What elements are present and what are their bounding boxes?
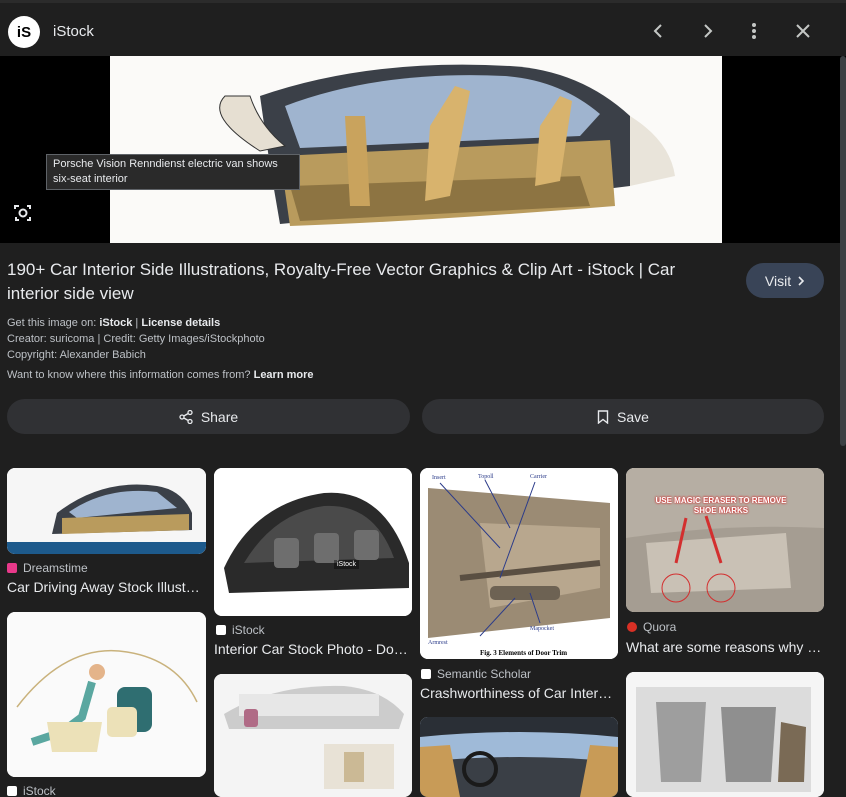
overlay-text: USE MAGIC ERASER TO REMOVE SHOE MARKS [655, 496, 787, 515]
diagram-label-mapocket: Mapocket [530, 626, 554, 632]
result-caption[interactable]: What are some reasons why … [626, 639, 824, 655]
result-source: iStock [216, 623, 265, 637]
result-thumbnail[interactable] [214, 674, 412, 797]
diagram-label-armrest: Armrest [428, 640, 448, 646]
result-source: iStock [7, 784, 56, 797]
get-image-prefix: Get this image on: [7, 317, 97, 329]
car-interior-image[interactable] [110, 56, 722, 243]
istock-icon [216, 625, 226, 635]
save-label: Save [617, 408, 649, 425]
image-caption: Porsche Vision Renndienst electric van s… [46, 154, 300, 190]
diagram-label-insert: Insert [432, 475, 446, 481]
lens-search-icon[interactable] [12, 202, 34, 224]
diagram-label-carrier: Carrier [530, 474, 547, 480]
viewer-header: iS iStock [0, 0, 846, 56]
save-button[interactable]: Save [422, 399, 824, 434]
creator-line: Creator: suricoma | Credit: Getty Images… [7, 333, 265, 345]
result-source: Dreamstime [7, 561, 88, 575]
info-question: Want to know where this information come… [7, 369, 251, 381]
info-source-line: Want to know where this information come… [7, 367, 314, 383]
diagram-figure-caption: Fig. 3 Elements of Door Trim [480, 649, 567, 657]
diagram-label-topoll: Topoll [478, 474, 494, 480]
semantic-scholar-icon [421, 669, 431, 679]
site-logo[interactable]: iS [8, 16, 40, 48]
result-caption[interactable]: Interior Car Stock Photo - Do… [214, 641, 412, 657]
visit-button[interactable]: Visit [746, 263, 824, 298]
site-name[interactable]: iStock [53, 23, 94, 40]
istock-icon [7, 786, 17, 796]
result-source: Quora [627, 620, 676, 634]
license-details-link[interactable]: License details [141, 317, 220, 329]
result-caption[interactable]: Crashworthiness of Car Inter… [420, 685, 618, 701]
bookmark-icon [597, 409, 609, 424]
result-source: Semantic Scholar [421, 667, 531, 681]
source-name: Semantic Scholar [437, 667, 532, 681]
quora-icon [627, 622, 637, 632]
more-vert-icon[interactable] [740, 17, 768, 45]
dreamstime-icon [7, 563, 17, 573]
result-thumbnail[interactable]: USE MAGIC ERASER TO REMOVE SHOE MARKS [626, 468, 824, 612]
learn-more-link[interactable]: Learn more [254, 369, 314, 381]
get-image-line: Get this image on: iStock | License deta… [7, 317, 221, 329]
chevron-right-icon [798, 275, 805, 286]
close-icon[interactable] [789, 17, 817, 45]
scrollbar[interactable] [840, 56, 846, 446]
related-images-grid: Dreamstime Car Driving Away Stock Illust… [0, 453, 846, 797]
page-title[interactable]: 190+ Car Interior Side Illustrations, Ro… [7, 258, 727, 306]
source-name: iStock [232, 623, 265, 637]
source-link[interactable]: iStock [99, 317, 132, 329]
visit-label: Visit [764, 272, 792, 289]
share-icon [179, 409, 193, 424]
result-caption[interactable]: Car Driving Away Stock Illust… [7, 579, 206, 595]
share-label: Share [200, 408, 239, 425]
chevron-right-icon[interactable] [693, 17, 721, 45]
result-thumbnail[interactable] [7, 468, 206, 554]
result-thumbnail[interactable] [420, 717, 618, 797]
copyright-line: Copyright: Alexander Babich [7, 349, 146, 361]
result-thumbnail[interactable]: iStock [214, 468, 412, 616]
chevron-left-icon[interactable] [645, 17, 673, 45]
source-name: iStock [23, 784, 56, 797]
result-thumbnail[interactable] [626, 672, 824, 797]
istock-watermark: iStock [334, 560, 360, 569]
source-name: Quora [643, 620, 677, 634]
image-info-panel: 190+ Car Interior Side Illustrations, Ro… [0, 243, 846, 453]
result-thumbnail[interactable]: Insert Topoll Carrier Armrest Mapocket F… [420, 468, 618, 659]
result-thumbnail[interactable] [7, 612, 206, 777]
image-preview: Porsche Vision Renndienst electric van s… [0, 56, 846, 243]
source-name: Dreamstime [23, 561, 88, 575]
share-button[interactable]: Share [7, 399, 410, 434]
